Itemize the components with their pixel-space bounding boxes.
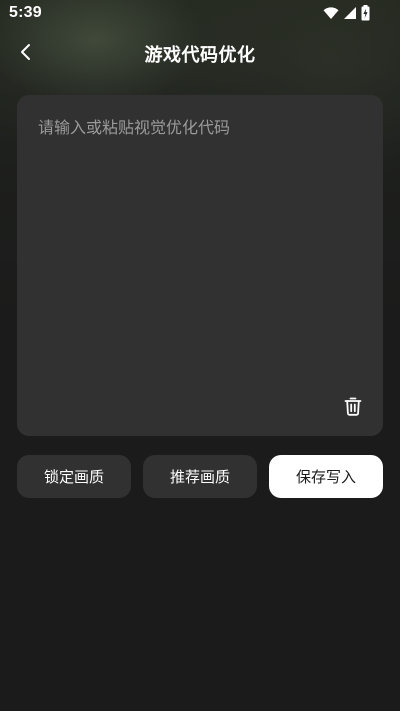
trash-icon (344, 396, 362, 420)
battery-charging-icon (361, 5, 370, 21)
recommend-quality-button[interactable]: 推荐画质 (143, 455, 257, 498)
lock-quality-button[interactable]: 锁定画质 (17, 455, 131, 498)
cellular-signal-icon (343, 6, 357, 20)
clear-button[interactable] (341, 396, 365, 420)
code-input[interactable] (17, 95, 383, 385)
wifi-icon (323, 6, 339, 20)
page-title: 游戏代码优化 (144, 45, 256, 66)
status-icons (323, 5, 370, 21)
action-bar: 锁定画质 推荐画质 保存写入 (17, 455, 383, 498)
save-write-button[interactable]: 保存写入 (269, 455, 383, 498)
status-time: 5:39 (9, 4, 42, 21)
status-bar: 5:39 (0, 0, 400, 28)
code-input-card (17, 95, 383, 436)
